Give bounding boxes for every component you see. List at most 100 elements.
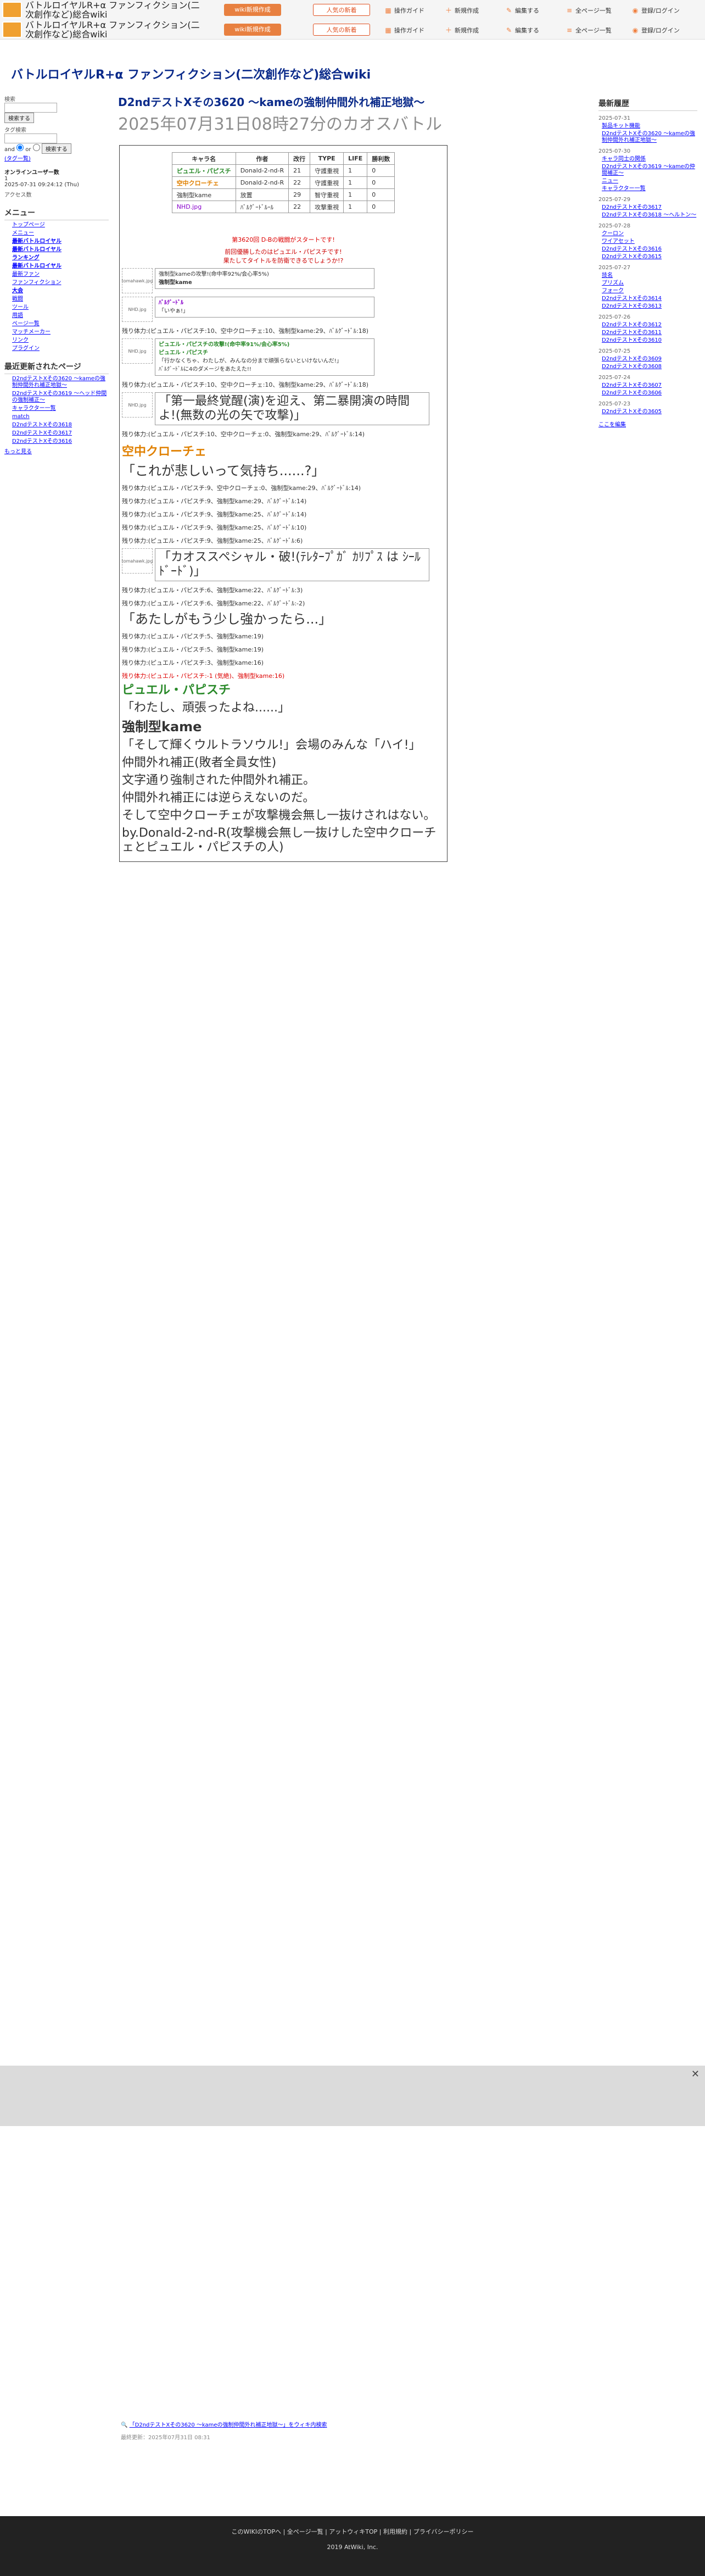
battle-article: キャラ名 作者 改行 TYPE LIFE 勝利数 ピュエル・パピスチ Donal… [119, 145, 447, 862]
history-item[interactable]: ニュー [602, 178, 697, 185]
history-item[interactable]: D2ndテストXその3618 〜ヘルトン〜 [602, 212, 697, 219]
and-radio[interactable] [16, 144, 24, 151]
table-cell[interactable]: NHD.jpg [171, 201, 236, 213]
menu-item[interactable]: 最新バトルロイヤル [12, 238, 109, 245]
menu-guide-2[interactable]: ▦ 操作ガイド [384, 26, 424, 35]
menu-item[interactable]: ランキング [12, 255, 109, 262]
user-icon: ◉ [632, 26, 639, 34]
recent-item[interactable]: キャラクター一覧 [12, 405, 109, 412]
plus-icon: ＋ [445, 26, 452, 34]
list-icon: ≡ [566, 7, 573, 14]
history-item[interactable]: D2ndテストXその3617 [602, 204, 697, 211]
or-radio[interactable] [32, 144, 40, 151]
history-item[interactable]: D2ndテストXその3611 [602, 330, 697, 336]
recent-item[interactable]: D2ndテストXその3620 〜kameの強制仲間外れ補正地獄〜 [12, 376, 109, 389]
history-item[interactable]: D2ndテストXその3614 [602, 296, 697, 302]
history-item[interactable]: D2ndテストXその3607 [602, 382, 697, 389]
recent-item[interactable]: D2ndテストXその3616 [12, 438, 109, 445]
menu-login-2[interactable]: ◉ 登録/ログイン [631, 26, 680, 35]
menu-item[interactable]: 最新バトルロイヤル [12, 263, 109, 270]
menu-item[interactable]: ツール [12, 304, 109, 311]
history-item[interactable]: 技名 [602, 272, 697, 279]
history-item[interactable]: D2ndテストXその3615 [602, 254, 697, 260]
history-item[interactable]: プリズム [602, 280, 697, 287]
battle-intro: 前回優勝したのはピュエル・パピスチです! 果たしてタイトルを防衛できるでしょうか… [223, 248, 344, 264]
history-item[interactable]: キャラクター一覧 [602, 186, 697, 192]
right-sidebar: 最新履歴 2025-07-31 製品キット機能 D2ndテストXその3620 〜k… [598, 98, 697, 428]
top-bar-title[interactable]: バトルロイヤルR+α ファンフィクション(二次創作など)総合wiki [25, 1, 206, 19]
site-title[interactable]: バトルロイヤルR+α ファンフィクション(二次創作など)総合wiki [11, 65, 371, 82]
menu-item[interactable]: ページ一覧 [12, 321, 109, 327]
remaining-hp: 残り体力:(ピュエル・パピスチ:9、強制型kame:25、ﾊﾞﾙｸﾞｰﾄﾞﾙ:6… [122, 537, 303, 544]
menu-new-2[interactable]: ＋新規作成 [445, 26, 479, 35]
remaining-hp: 残り体力:(ピュエル・パピスチ:10、空中クローチェ:10、強制型kame:29… [122, 381, 368, 388]
tag-search-button[interactable]: 検索する [41, 143, 71, 154]
table-cell[interactable]: 空中クローチェ [171, 176, 236, 189]
last-updated: 最終更新：2025年07月31日 08:31 [121, 2435, 210, 2441]
menu-edit-2[interactable]: ✎ 編集する [505, 26, 539, 35]
close-icon[interactable]: ✕ [691, 2068, 700, 2080]
menu-edit[interactable]: ✎ 編集する [505, 6, 539, 15]
menu-item[interactable]: マッチメーカー [12, 329, 109, 336]
recent-item[interactable]: D2ndテストXその3617 [12, 430, 109, 437]
history-item[interactable]: キャラ同士の関係 [602, 156, 697, 163]
remaining-hp: 残り体力:(ピュエル・パピスチ:5、強制型kame:19) [122, 633, 264, 640]
footer-links[interactable]: このWIKIのTOPへ | 全ページ一覧 | アットウィキTOP | 利用規約 … [0, 2527, 705, 2536]
menu-item[interactable]: 戦闘 [12, 296, 109, 303]
search-in-wiki-text[interactable]: 「D2ndテストXその3620 〜kameの強制仲間外れ補正地獄〜」をウィキ内検… [130, 2422, 327, 2428]
menu-item[interactable]: トップページ [12, 222, 109, 229]
message-text: ﾊﾞﾙｸﾞｰﾄﾞﾙに4のダメージをあたえた!! [159, 366, 251, 372]
recent-item[interactable]: D2ndテストXその3619 〜ヘッド仲間の強制補正〜 [12, 391, 109, 404]
left-sidebar: 検索 検索する タグ検索 and or 検索する (タグ一覧) オンラインユーザ… [4, 92, 109, 455]
edit-here-link[interactable]: ここを編集 [598, 422, 626, 428]
history-item[interactable]: フォーク [602, 288, 697, 294]
menu-all-pages-2[interactable]: ≡ 全ページ一覧 [566, 26, 612, 35]
history-item[interactable]: D2ndテストXその3608 [602, 364, 697, 370]
popular-button-2[interactable]: 人気の新着 [313, 24, 370, 36]
table-cell[interactable]: 強制型kame [171, 188, 236, 201]
menu-item[interactable]: リンク [12, 337, 109, 344]
menu-item[interactable]: メニュー [12, 230, 109, 237]
wiki-logo-icon-2[interactable] [2, 21, 22, 38]
more-link[interactable]: もっと見る [4, 449, 32, 455]
table-cell[interactable]: ピュエル・パピスチ [171, 164, 236, 177]
menu-login[interactable]: ◉ 登録/ログイン [631, 6, 680, 15]
menu-item[interactable]: 最新ファン [12, 271, 109, 278]
menu-new[interactable]: ＋新規作成 [445, 6, 479, 15]
popular-button[interactable]: 人気の新着 [313, 4, 370, 16]
recent-item[interactable]: match [12, 414, 109, 420]
menu-item[interactable]: ファンフィクション [12, 280, 109, 286]
recent-item[interactable]: D2ndテストXその3618 [12, 422, 109, 429]
history-item[interactable]: D2ndテストXその3619 〜kameの仲間補正〜 [602, 164, 697, 177]
menu-item[interactable]: 最新バトルロイヤル [12, 247, 109, 253]
menu-item[interactable]: 用語 [12, 313, 109, 319]
guide-icon: ▦ [385, 7, 391, 14]
create-wiki-button-2[interactable]: wiki新規作成 [224, 24, 281, 36]
history-item[interactable]: D2ndテストXその3612 [602, 322, 697, 329]
history-item[interactable]: D2ndテストXその3613 [602, 303, 697, 310]
menu-item[interactable]: 大会 [12, 288, 109, 294]
history-item[interactable]: D2ndテストXその3606 [602, 390, 697, 397]
history-item[interactable]: D2ndテストXその3609 [602, 356, 697, 363]
search-button[interactable]: 検索する [4, 113, 34, 123]
menu-item[interactable]: プラグイン [12, 346, 109, 352]
search-in-wiki-link[interactable]: 🔍 「D2ndテストXその3620 〜kameの強制仲間外れ補正地獄〜」をウィキ… [121, 2420, 327, 2428]
search-input[interactable] [4, 103, 57, 113]
history-item[interactable]: 製品キット機能 [602, 123, 697, 130]
history-item[interactable]: D2ndテストXその3616 [602, 246, 697, 253]
history-item[interactable]: クーロン [602, 231, 697, 237]
message-box: 「カオススペシャル・破!(ﾃﾚﾀｰﾌﾟｶﾞ ｶﾘﾌﾟｽ は ｼｰﾙﾄﾞｰﾄﾞ)」 [155, 548, 429, 581]
history-item[interactable]: D2ndテストXその3610 [602, 337, 697, 344]
create-wiki-button[interactable]: wiki新規作成 [224, 4, 281, 16]
history-item[interactable]: D2ndテストXその3605 [602, 409, 697, 415]
menu-guide[interactable]: ▦ 操作ガイド [384, 6, 424, 15]
tag-list-link[interactable]: (タグ一覧) [4, 156, 31, 162]
message-text: ピュエル・パピスチの攻撃!(命中率91%/会心率5%) [159, 342, 290, 348]
history-item[interactable]: D2ndテストXその3620 〜kameの強制仲間外れ補正地獄〜 [602, 131, 697, 144]
menu-all-pages[interactable]: ≡ 全ページ一覧 [566, 6, 612, 15]
top-bar-title-2[interactable]: バトルロイヤルR+α ファンフィクション(二次創作など)総合wiki [25, 20, 206, 39]
history-item[interactable]: ワイアセット [602, 238, 697, 245]
table-row: NHD.jpg ﾊﾞﾙｸﾞｰﾄﾞﾙｰﾙ 22 攻撃重視 1 0 [171, 201, 395, 213]
wiki-logo-icon[interactable] [2, 2, 22, 18]
tag-search-input[interactable] [4, 133, 57, 143]
